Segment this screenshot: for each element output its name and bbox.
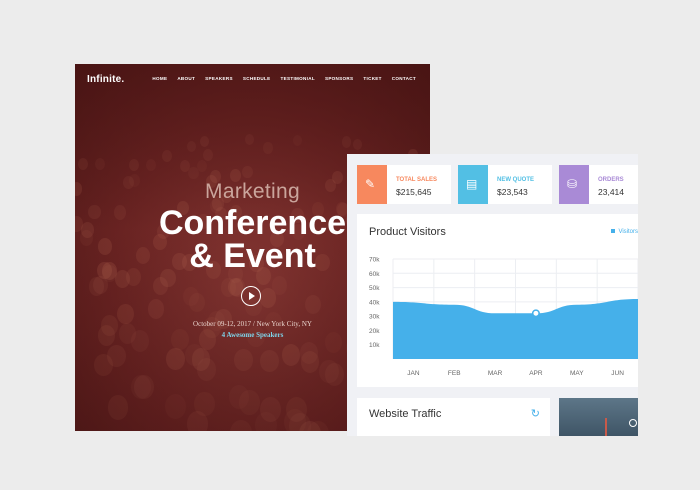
stat-value: $215,645	[396, 187, 432, 197]
thumbnail-image	[559, 398, 638, 436]
y-tick-label: 20k	[369, 328, 380, 335]
x-tick-label: FEB	[448, 370, 461, 377]
nav-home[interactable]: HOME	[152, 76, 167, 81]
admin-dashboard: ✎ TOTAL SALES $215,645 ▤ NEW QUOTE $23,5…	[347, 154, 638, 436]
x-tick-label: JAN	[407, 370, 420, 377]
refresh-icon[interactable]: ↻	[531, 407, 540, 420]
ticket-icon: ✎	[365, 177, 376, 191]
nav-sponsors[interactable]: SPONSORS	[325, 76, 353, 81]
brand-logo[interactable]: Infinite.	[87, 74, 124, 85]
stat-card-new-quote[interactable]: ▤ NEW QUOTE $23,543	[458, 165, 552, 204]
stat-card-orders[interactable]: ⛁ ORDERS 23,414	[559, 165, 638, 204]
y-tick-label: 60k	[369, 271, 380, 278]
nav-schedule[interactable]: SCHEDULE	[243, 76, 271, 81]
stat-icon-box: ⛁	[559, 165, 589, 204]
stat-label: NEW QUOTE	[497, 177, 534, 183]
top-navigation: HOME ABOUT SPEAKERS SCHEDULE TESTIMONIAL…	[152, 76, 416, 81]
stat-card-total-sales[interactable]: ✎ TOTAL SALES $215,645	[357, 165, 451, 204]
y-tick-label: 50k	[369, 285, 380, 292]
thumbnail-circle	[629, 419, 637, 427]
product-visitors-card: Product Visitors Visitors 10k 20k 30k 40k 50…	[357, 214, 638, 387]
x-tick-label: MAR	[488, 370, 503, 377]
stat-icon-box: ▤	[458, 165, 488, 204]
data-point-marker[interactable]	[531, 309, 540, 318]
stat-icon-box: ✎	[357, 165, 387, 204]
card-title: Website Traffic	[369, 408, 442, 420]
y-tick-label: 10k	[369, 342, 380, 349]
stat-label: ORDERS	[598, 177, 624, 183]
nav-contact[interactable]: CONTACT	[392, 76, 416, 81]
y-tick-label: 40k	[369, 299, 380, 306]
nav-ticket[interactable]: TICKET	[363, 76, 381, 81]
thumbnail-marker	[605, 418, 607, 436]
nav-speakers[interactable]: SPEAKERS	[205, 76, 233, 81]
database-icon: ⛁	[567, 177, 578, 191]
x-tick-label: MAY	[570, 370, 584, 377]
visitors-area-chart: 10k 20k 30k 40k 50k 60k 70k JAN FEB MAR APR MAY JUN	[369, 257, 638, 377]
stat-value: $23,543	[497, 187, 528, 197]
stat-value: 23,414	[598, 187, 624, 197]
y-tick-label: 70k	[369, 257, 380, 264]
play-video-button[interactable]	[241, 286, 261, 306]
x-tick-label: APR	[529, 370, 543, 377]
stat-label: TOTAL SALES	[396, 177, 438, 183]
document-icon: ▤	[466, 177, 478, 191]
nav-about[interactable]: ABOUT	[177, 76, 195, 81]
website-traffic-card: Website Traffic ↻	[357, 398, 550, 436]
y-tick-label: 30k	[369, 314, 380, 321]
x-tick-label: JUN	[611, 370, 624, 377]
nav-testimonial[interactable]: TESTIMONIAL	[281, 76, 315, 81]
